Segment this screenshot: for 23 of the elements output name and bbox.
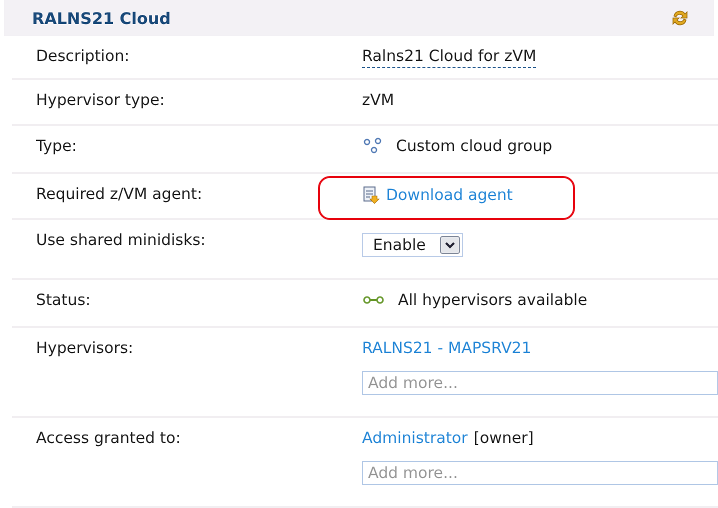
- field-label: Status:: [35, 291, 92, 309]
- field-label: Access granted to:: [35, 429, 182, 447]
- panel-title: RALNS21 Cloud: [32, 8, 171, 28]
- hypervisor-type-value: zVM: [362, 91, 394, 109]
- field-label: Required z/VM agent:: [35, 185, 204, 203]
- field-label: Use shared minidisks:: [35, 231, 207, 249]
- status-value: All hypervisors available: [398, 291, 588, 309]
- role-text: [owner]: [474, 429, 534, 447]
- type-value: Custom cloud group: [396, 137, 552, 155]
- field-label: Description:: [35, 47, 130, 65]
- add-more-field[interactable]: Add more...: [362, 371, 718, 395]
- field-label: Hypervisors:: [35, 339, 134, 357]
- field-label: Type:: [35, 137, 78, 155]
- document-download-icon: [362, 186, 380, 204]
- list-link[interactable]: Administrator: [362, 429, 468, 447]
- field-label: Hypervisor type:: [35, 91, 166, 109]
- list-link[interactable]: RALNS21 - MAPSRV21: [362, 339, 532, 357]
- description-value[interactable]: Ralns21 Cloud for zVM: [362, 47, 536, 68]
- add-more-field[interactable]: Add more...: [362, 461, 718, 485]
- caret-icon: [440, 236, 460, 254]
- minidisks-select[interactable]: Enable: [362, 233, 463, 257]
- refresh-icon[interactable]: [670, 8, 690, 28]
- download-agent-link[interactable]: Download agent: [386, 186, 513, 204]
